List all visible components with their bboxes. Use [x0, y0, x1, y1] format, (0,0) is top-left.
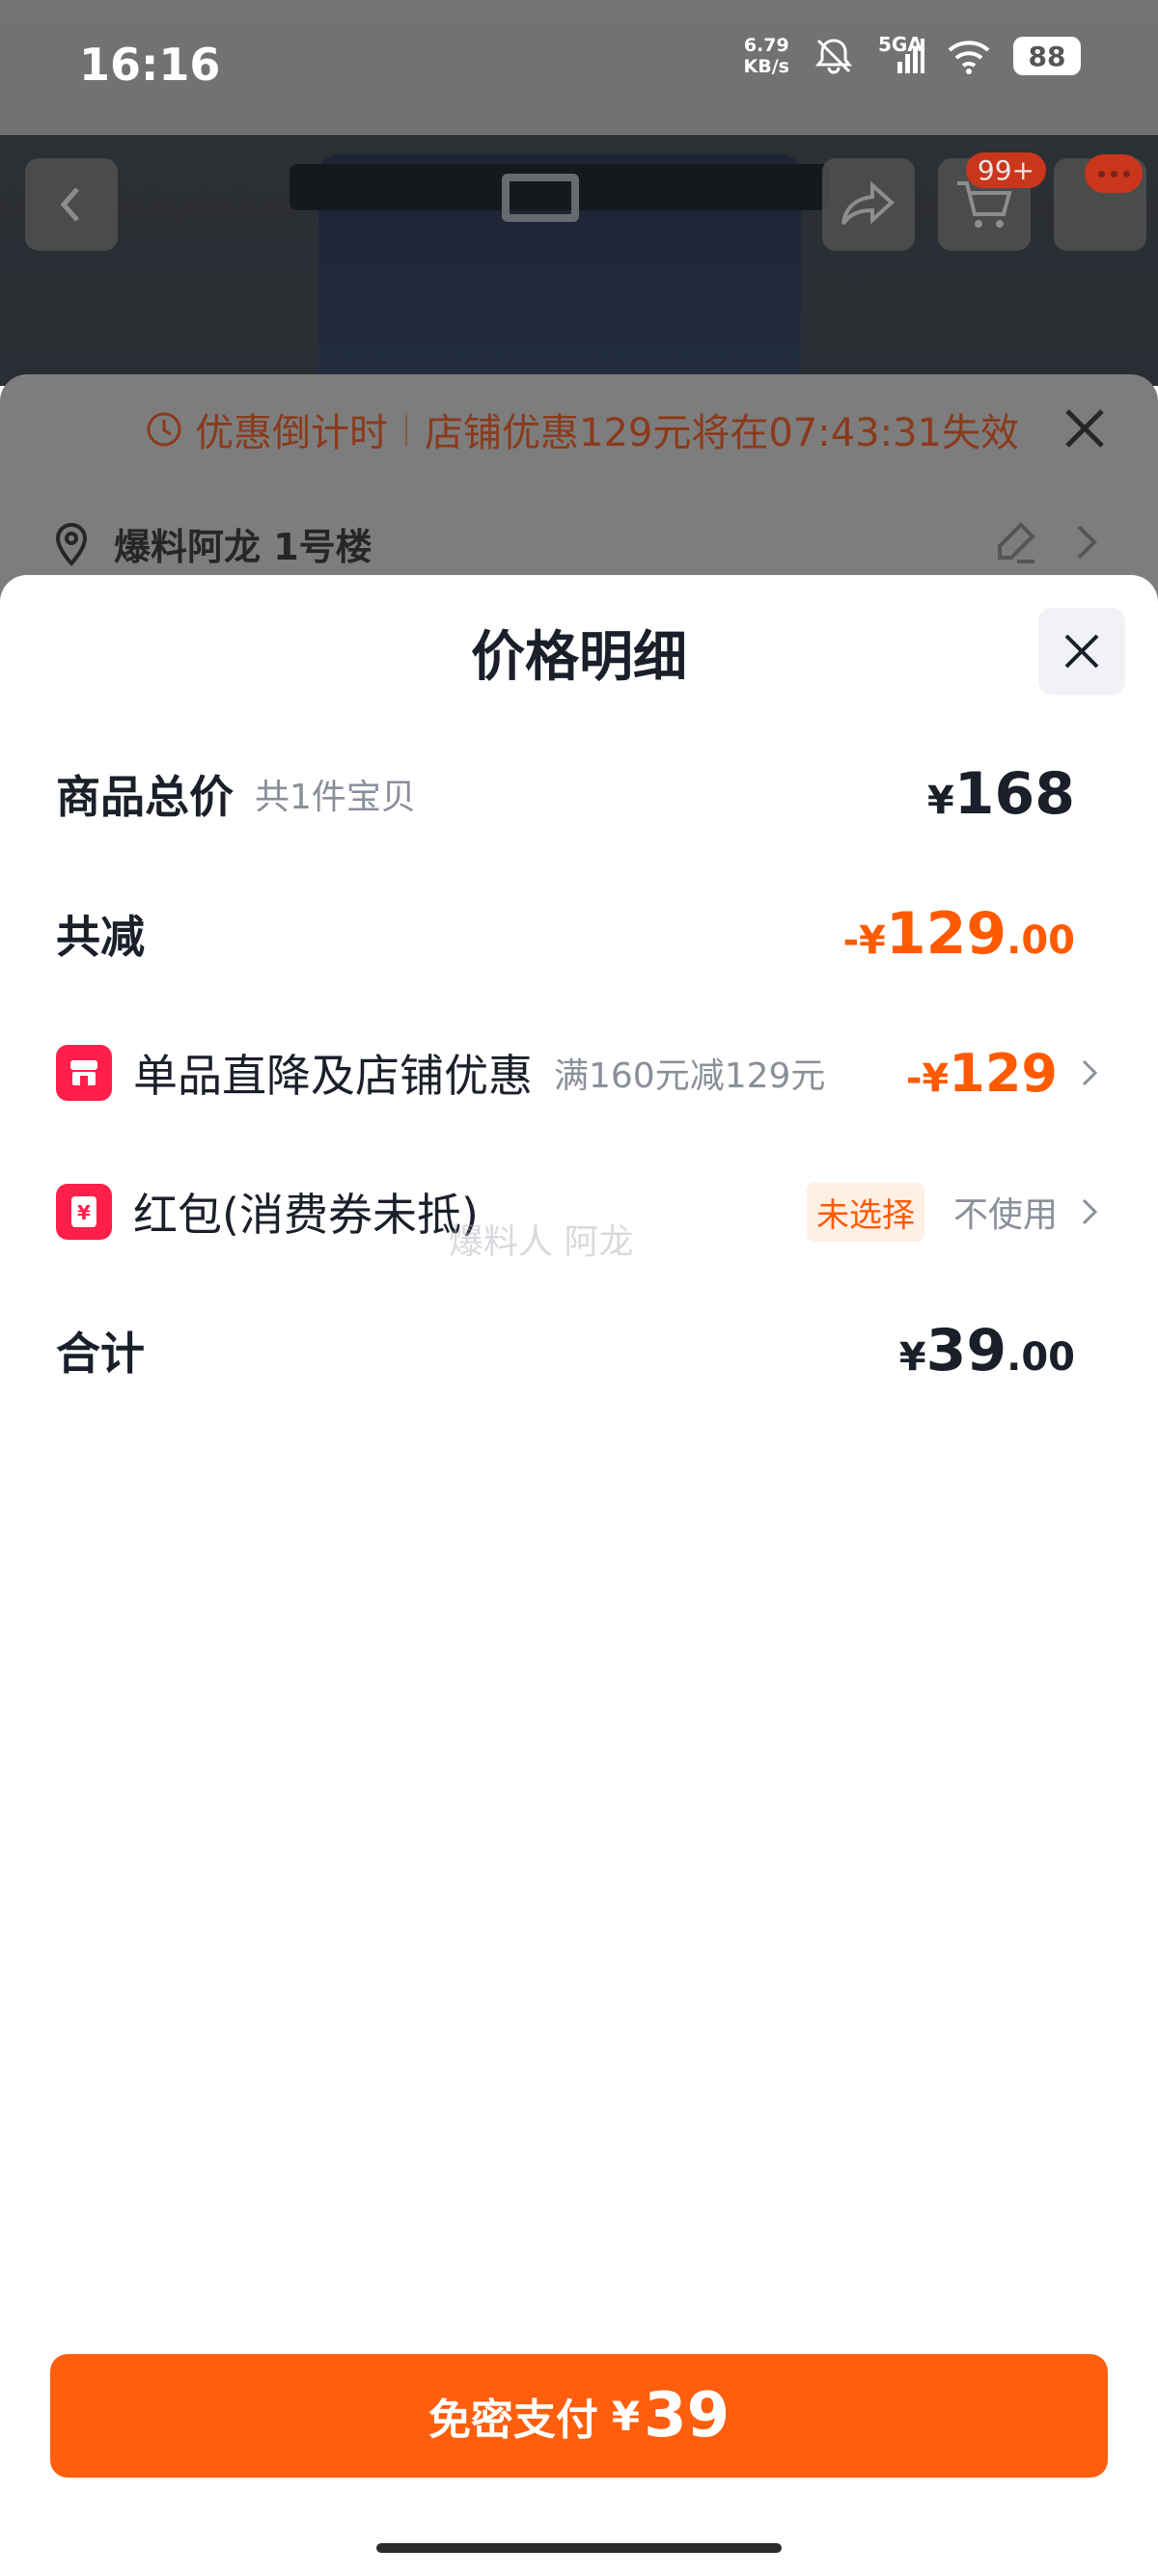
password-free-pay-button[interactable]: 免密支付 ¥ 39 [50, 2354, 1108, 2478]
status-bar: 16:16 6.79 KB/s 5GA 88 [0, 0, 1158, 135]
status-icons: 6.79 KB/s 5GA 88 [744, 33, 1081, 77]
red-packet-label: 红包(消费券未抵) [133, 1189, 479, 1241]
cart-badge: 99+ [965, 152, 1046, 188]
price-detail-sheet: 价格明细 商品总价 共1件宝贝 ¥ 168 共减 -¥ 129 .00 单品直降… [0, 575, 1158, 2576]
total-price-row: 商品总价 共1件宝贝 ¥ 168 [56, 755, 1104, 833]
checkout-page: 16:16 6.79 KB/s 5GA 88 99+ 优惠倒计时 店铺优惠129… [0, 0, 1158, 2576]
sum-amount: ¥ 39 .00 [899, 1317, 1075, 1384]
currency-symbol: ¥ [898, 1335, 926, 1380]
delivery-address[interactable]: 爆料阿龙 1号楼 [50, 517, 372, 570]
pay-currency: ¥ [611, 2392, 641, 2440]
sum-row: 合计 ¥ 39 .00 [56, 1312, 1104, 1389]
net-speed-unit: KB/s [743, 56, 789, 77]
network-label: 5GA [878, 33, 923, 56]
item-count: 共1件宝贝 [255, 778, 416, 817]
wifi-icon [946, 37, 992, 75]
address-text: 爆料阿龙 1号楼 [114, 526, 372, 568]
reduction-decimal: .00 [1006, 918, 1075, 963]
close-icon [1064, 634, 1099, 669]
sum-value: 39 [925, 1317, 1007, 1384]
banner-close-button[interactable] [1058, 401, 1112, 455]
edit-address-button[interactable] [992, 519, 1038, 565]
close-icon [1065, 409, 1104, 448]
status-time: 16:16 [79, 39, 221, 91]
not-selected-tag: 未选择 [806, 1182, 924, 1242]
sum-label: 合计 [56, 1328, 145, 1380]
network-speed: 6.79 KB/s [744, 35, 789, 77]
battery-indicator: 88 [1013, 37, 1081, 75]
currency-symbol: ¥ [926, 779, 954, 823]
cart-button[interactable]: 99+ [938, 152, 1046, 251]
back-button[interactable] [25, 158, 118, 251]
share-icon [841, 180, 895, 226]
countdown-label: 优惠倒计时 [195, 411, 388, 455]
product-image-buckle [502, 174, 579, 222]
discount-prefix: -¥ [905, 1055, 950, 1101]
location-pin-icon [55, 522, 88, 566]
sum-decimal: .00 [1006, 1335, 1075, 1380]
reduction-prefix: -¥ [842, 918, 886, 963]
reduction-amount: -¥ 129 .00 [842, 900, 1075, 968]
edit-icon [998, 522, 1035, 563]
promo-countdown-banner: 优惠倒计时 店铺优惠129元将在07:43:31失效 [145, 405, 1019, 455]
shop-discount-label: 单品直降及店铺优惠 [133, 1050, 533, 1102]
red-packet-status: 不使用 [952, 1195, 1058, 1235]
clock-icon [147, 412, 181, 447]
address-chevron-right-icon[interactable] [1067, 521, 1106, 563]
svg-text:¥: ¥ [77, 1201, 91, 1224]
reduction-value: 129 [885, 900, 1007, 968]
chevron-right-icon [1082, 1198, 1098, 1225]
pay-button-label: 免密支付 [427, 2396, 598, 2445]
sheet-title: 价格明细 [471, 626, 687, 689]
reduction-label: 共减 [56, 911, 145, 963]
discount-value: 129 [949, 1042, 1058, 1104]
red-packet-icon: ¥ [56, 1184, 112, 1240]
net-speed-value: 6.79 [743, 35, 789, 56]
shop-discount-condition: 满160元减129元 [554, 1056, 826, 1096]
countdown-message: 店铺优惠129元将在07:43:31失效 [425, 411, 1019, 455]
share-button[interactable] [822, 158, 915, 251]
mute-notification-icon [811, 37, 857, 75]
total-price-amount: ¥ 168 [927, 760, 1075, 828]
shop-discount-amount: -¥ 129 [906, 1043, 1058, 1104]
pay-amount: 39 [644, 2380, 731, 2452]
chevron-right-icon [1082, 1059, 1098, 1086]
total-reduction-row: 共减 -¥ 129 .00 [56, 895, 1104, 973]
sheet-close-button[interactable] [1038, 608, 1125, 695]
signal-icon: 5GA [878, 33, 924, 75]
watermark: 爆料人 阿龙 [449, 1222, 634, 1262]
home-indicator[interactable] [376, 2543, 782, 2553]
message-button[interactable] [1054, 154, 1146, 251]
shop-icon [56, 1045, 112, 1101]
chevron-left-icon [60, 187, 79, 222]
shop-discount-row[interactable]: 单品直降及店铺优惠 满160元减129元 -¥ 129 [56, 1034, 1104, 1111]
total-price-label: 商品总价 [56, 771, 234, 823]
total-price-value: 168 [953, 760, 1075, 828]
divider [405, 413, 407, 446]
message-dots-icon [1085, 154, 1143, 193]
